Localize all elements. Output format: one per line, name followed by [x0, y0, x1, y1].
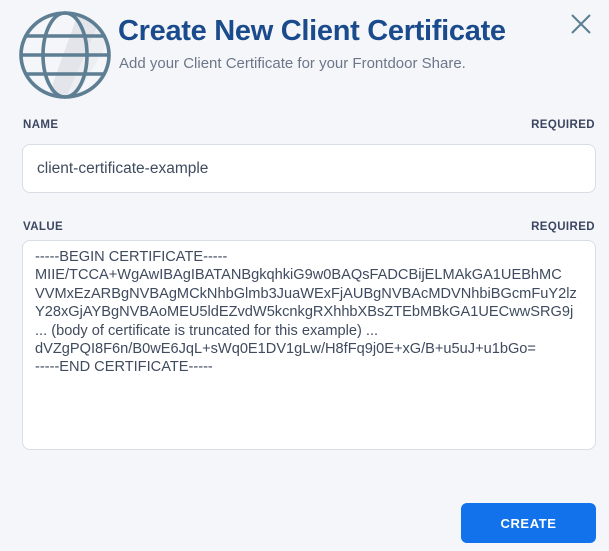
globe-icon	[15, 8, 115, 102]
name-label: NAME	[23, 119, 59, 131]
name-input[interactable]	[22, 144, 596, 193]
value-label-row: VALUE REQUIRED	[23, 221, 595, 233]
modal-subtitle: Add your Client Certificate for your Fro…	[119, 55, 466, 72]
modal-header: Create New Client Certificate Add your C…	[13, 8, 596, 102]
create-button[interactable]: CREATE	[461, 503, 596, 543]
value-required-badge: REQUIRED	[531, 221, 595, 233]
name-label-row: NAME REQUIRED	[23, 119, 595, 131]
value-textarea[interactable]: -----BEGIN CERTIFICATE----- MIIE/TCCA+Wg…	[22, 240, 596, 450]
modal-title: Create New Client Certificate	[118, 15, 506, 47]
close-icon[interactable]	[567, 10, 595, 38]
header-text: Create New Client Certificate Add your C…	[118, 15, 552, 72]
value-label: VALUE	[23, 221, 64, 233]
name-required-badge: REQUIRED	[531, 119, 595, 131]
